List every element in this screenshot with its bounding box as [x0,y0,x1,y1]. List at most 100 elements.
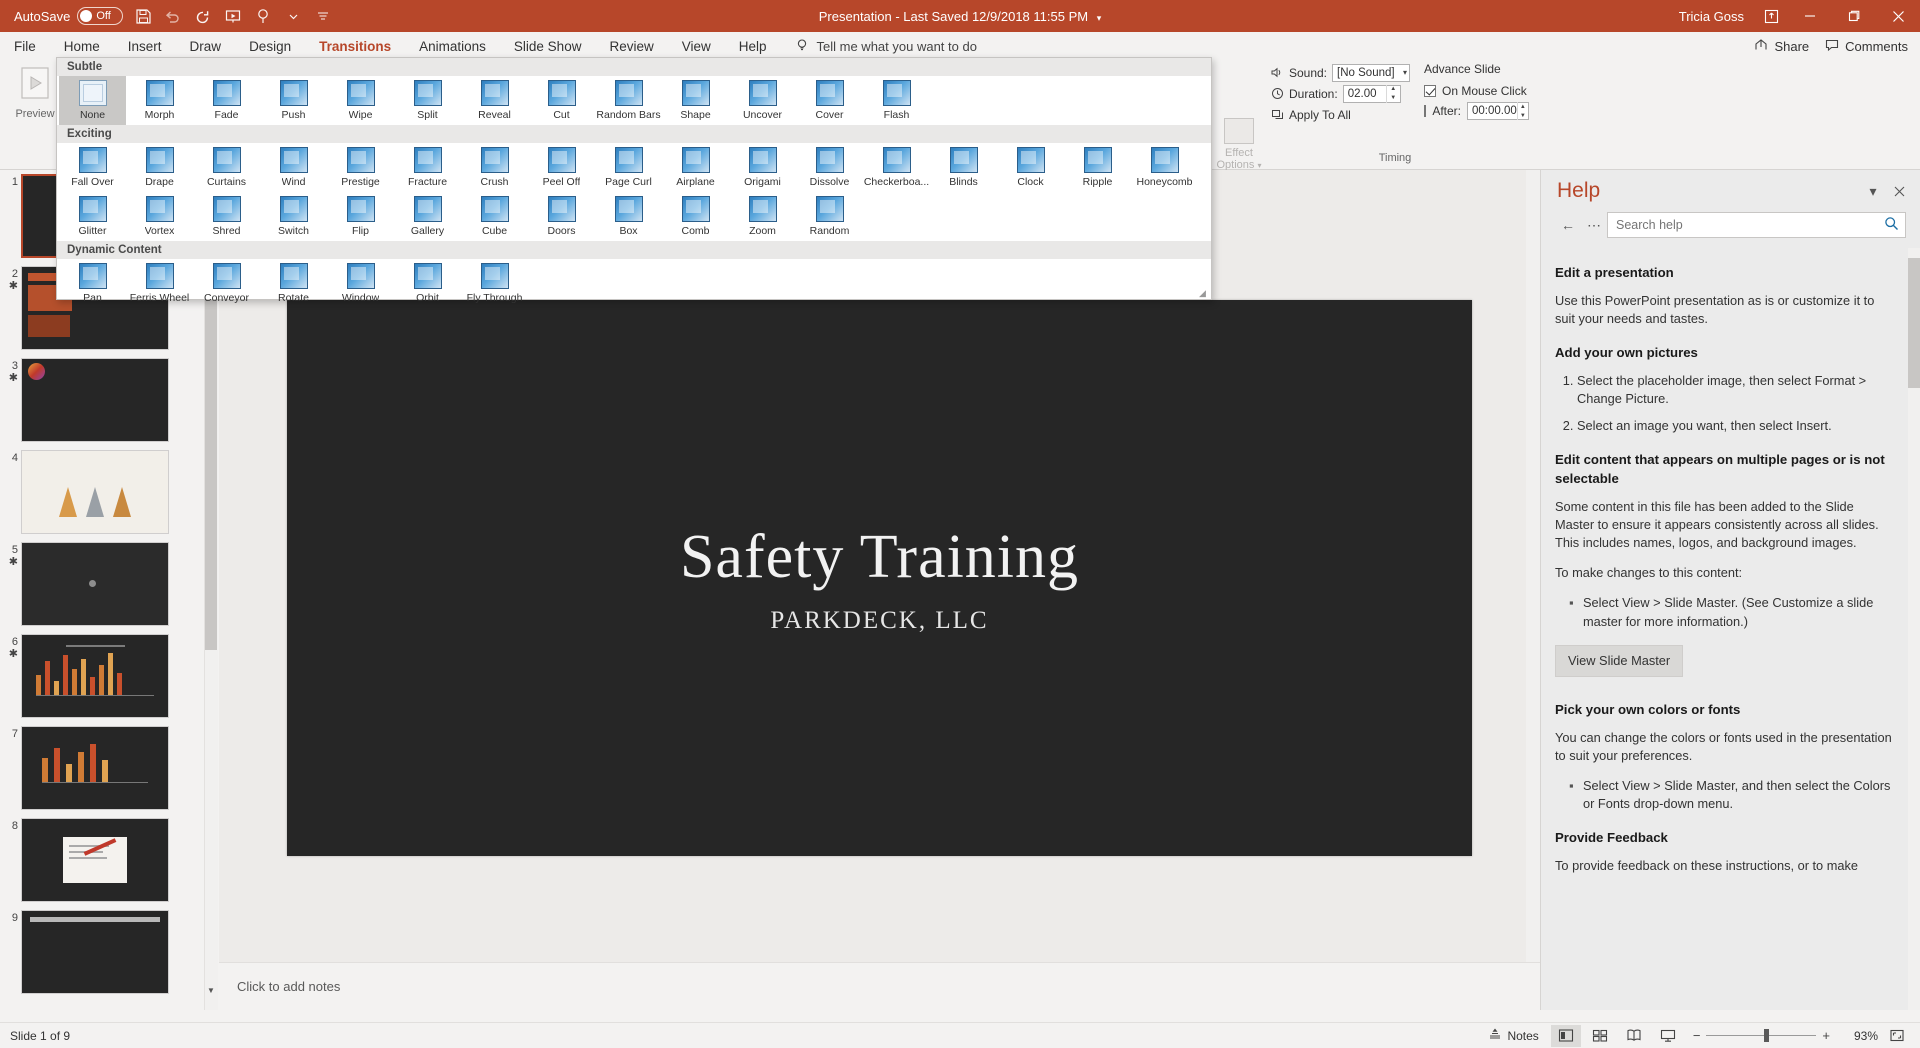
transition-clock[interactable]: Clock [997,143,1064,192]
slide-thumbnail-preview[interactable] [21,726,169,810]
slide-thumbnail-preview[interactable] [21,910,169,994]
title-chevron-icon[interactable]: ▾ [1097,13,1102,23]
tab-help[interactable]: Help [725,32,781,60]
transition-peel-off[interactable]: Peel Off [528,143,595,192]
transition-zoom[interactable]: Zoom [729,192,796,241]
zoom-handle[interactable] [1764,1029,1770,1042]
close-button[interactable] [1876,0,1920,32]
transition-fly-through[interactable]: Fly Through [461,259,528,308]
transition-curtains[interactable]: Curtains [193,143,260,192]
view-slide-master-button[interactable]: View Slide Master [1555,644,1684,677]
chevron-down-icon[interactable] [279,3,307,29]
transition-fall-over[interactable]: Fall Over [59,143,126,192]
slide-subtitle[interactable]: PARKDECK, LLC [770,607,988,635]
transition-reveal[interactable]: Reveal [461,76,528,125]
slide-title[interactable]: Safety Training [680,522,1079,593]
transition-glitter[interactable]: Glitter [59,192,126,241]
undo-icon[interactable] [159,3,187,29]
zoom-slider[interactable]: − + [1687,1028,1836,1043]
minimize-button[interactable] [1788,0,1832,32]
tab-animations[interactable]: Animations [405,32,500,60]
slide-thumbnail-item[interactable]: 5 ✱ [0,538,217,630]
slide-thumbnail-item[interactable]: 3 ✱ [0,354,217,446]
transition-origami[interactable]: Origami [729,143,796,192]
transition-ripple[interactable]: Ripple [1064,143,1131,192]
transition-airplane[interactable]: Airplane [662,143,729,192]
autosave-toggle[interactable]: AutoSave Off [10,7,127,25]
transition-gallery-dropdown[interactable]: Subtle None Morph Fade Push Wipe Split Reveal Cu… [56,57,1212,304]
help-search-box[interactable] [1607,212,1906,238]
transition-checkerboa[interactable]: Checkerboa... [863,143,930,192]
transition-wind[interactable]: Wind [260,143,327,192]
transition-switch[interactable]: Switch [260,192,327,241]
slide-scrollbar[interactable]: ▲ ▼ ≡ [1526,170,1540,1010]
transition-fade[interactable]: Fade [193,76,260,125]
transition-prestige[interactable]: Prestige [327,143,394,192]
tell-me-box[interactable]: Tell me what you want to do [781,38,977,55]
search-icon[interactable] [1884,216,1899,234]
transition-dissolve[interactable]: Dissolve [796,143,863,192]
transition-page-curl[interactable]: Page Curl [595,143,662,192]
zoom-track[interactable] [1706,1029,1817,1042]
tab-review[interactable]: Review [595,32,667,60]
slide-show-button[interactable] [1653,1025,1683,1047]
slide-thumbnail-preview[interactable] [21,818,169,902]
zoom-out-button[interactable]: − [1693,1028,1701,1043]
duration-spinner[interactable]: 02.00 ▲ ▼ [1342,84,1401,103]
fit-to-window-button[interactable] [1882,1025,1912,1047]
reading-view-button[interactable] [1619,1025,1649,1047]
slide-counter[interactable]: Slide 1 of 9 [0,1029,70,1043]
tab-slide-show[interactable]: Slide Show [500,32,596,60]
user-account[interactable]: Tricia Goss [1669,9,1754,24]
share-button[interactable]: Share [1754,38,1809,55]
scroll-down-icon[interactable]: ▼ [205,984,217,996]
zoom-in-button[interactable]: + [1822,1028,1830,1043]
sound-combo[interactable]: [No Sound] ▾ [1332,63,1410,82]
transition-cube[interactable]: Cube [461,192,528,241]
help-scrollbar[interactable] [1908,248,1920,1010]
help-scrollbar-handle[interactable] [1908,258,1920,388]
zoom-percent[interactable]: 93% [1840,1029,1878,1043]
after-spinner[interactable]: 00:00.00 ▲ ▼ [1467,102,1529,120]
transition-cover[interactable]: Cover [796,76,863,125]
slide-thumbnail-item[interactable]: 9 [0,906,217,998]
transition-shape[interactable]: Shape [662,76,729,125]
transition-wipe[interactable]: Wipe [327,76,394,125]
transition-shred[interactable]: Shred [193,192,260,241]
tab-transitions[interactable]: Transitions [305,32,405,60]
restore-button[interactable] [1832,0,1876,32]
apply-to-all-button[interactable]: Apply To All [1270,104,1410,125]
tab-home[interactable]: Home [50,32,114,60]
start-from-beginning-icon[interactable] [219,3,247,29]
search-input[interactable] [1614,217,1884,233]
notes-pane[interactable]: Click to add notes [219,962,1540,1010]
transition-none[interactable]: None [59,76,126,125]
help-pane-more-icon[interactable]: ▾ [1860,178,1886,204]
transition-morph[interactable]: Morph [126,76,193,125]
transition-rotate[interactable]: Rotate [260,259,327,308]
slide-thumbnail-item[interactable]: 6 ✱ [0,630,217,722]
transition-honeycomb[interactable]: Honeycomb [1131,143,1198,192]
transition-flip[interactable]: Flip [327,192,394,241]
spin-down-icon[interactable]: ▼ [1387,94,1400,103]
spinner-arrows[interactable]: ▲ ▼ [1516,102,1528,120]
slide-sorter-view-button[interactable] [1585,1025,1615,1047]
transition-vortex[interactable]: Vortex [126,192,193,241]
transition-random[interactable]: Random [796,192,863,241]
resize-grip-icon[interactable]: ◢ [1199,288,1209,298]
effect-options-button[interactable]: Effect Options ▾ [1212,116,1266,171]
transition-fracture[interactable]: Fracture [394,143,461,192]
transition-blinds[interactable]: Blinds [930,143,997,192]
transition-random-bars[interactable]: Random Bars [595,76,662,125]
spin-up-icon[interactable]: ▲ [1387,85,1400,94]
transition-doors[interactable]: Doors [528,192,595,241]
slide-thumbnail-item[interactable]: 4 [0,446,217,538]
slide-thumbnail-item[interactable]: 7 [0,722,217,814]
help-pane-close-icon[interactable] [1886,178,1912,204]
transition-conveyor[interactable]: Conveyor [193,259,260,308]
transition-box[interactable]: Box [595,192,662,241]
transition-crush[interactable]: Crush [461,143,528,192]
transition-comb[interactable]: Comb [662,192,729,241]
transition-orbit[interactable]: Orbit [394,259,461,308]
slide-thumbnail-preview[interactable] [21,542,169,626]
